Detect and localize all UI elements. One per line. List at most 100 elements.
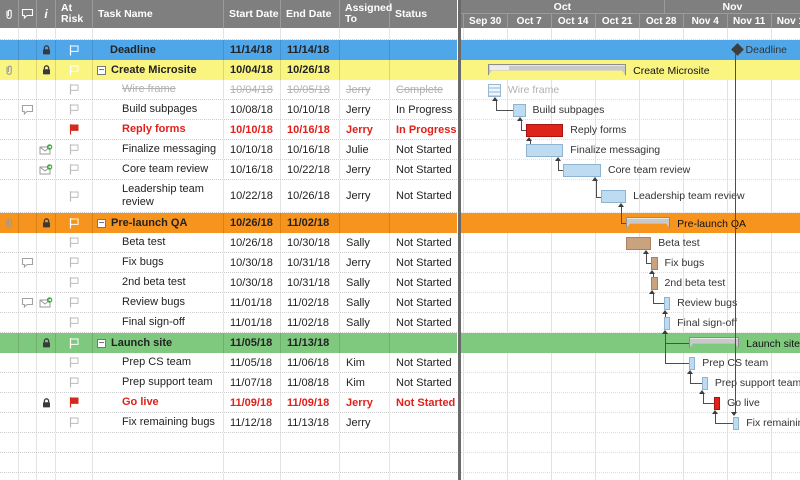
cell-at-risk[interactable]	[56, 273, 93, 292]
table-row[interactable]	[0, 473, 457, 480]
gantt-task-bar[interactable]	[601, 190, 626, 203]
cell-assigned-to[interactable]: Jerry	[340, 160, 390, 179]
cell-end-date[interactable]: 10/16/18	[281, 120, 340, 139]
update-request-icon[interactable]	[39, 144, 53, 156]
cell-task-name[interactable]: Fix remaining bugs	[93, 413, 224, 432]
table-row[interactable]: −Create Microsite10/04/1810/26/18	[0, 60, 457, 80]
cell-end-date[interactable]: 10/26/18	[281, 60, 340, 80]
cell-attachment[interactable]	[0, 353, 19, 372]
cell-comment[interactable]	[19, 233, 37, 252]
cell-start-date[interactable]	[224, 28, 281, 39]
cell-at-risk[interactable]	[56, 393, 93, 412]
gantt-task-bar[interactable]	[526, 144, 564, 157]
gantt-summary-bar[interactable]	[626, 217, 670, 229]
cell-attachment[interactable]	[0, 40, 19, 60]
cell-at-risk[interactable]	[56, 40, 93, 60]
cell-status[interactable]	[390, 453, 457, 472]
cell-comment[interactable]	[19, 100, 37, 119]
cell-status[interactable]: Not Started	[390, 353, 457, 372]
cell-status[interactable]: Not Started	[390, 373, 457, 392]
at-risk-flag-icon[interactable]	[68, 217, 80, 230]
cell-comment[interactable]	[19, 80, 37, 99]
cell-end-date[interactable]: 11/02/18	[281, 313, 340, 332]
cell-task-name[interactable]: Prep CS team	[93, 353, 224, 372]
table-row[interactable]: Final sign-off11/01/1811/02/18SallyNot S…	[0, 313, 457, 333]
cell-end-date[interactable]: 11/14/18	[281, 40, 340, 60]
cell-status[interactable]	[390, 333, 457, 353]
at-risk-flag-icon[interactable]	[68, 337, 80, 350]
cell-status[interactable]: Not Started	[390, 313, 457, 332]
cell-comment[interactable]	[19, 253, 37, 272]
comment-icon[interactable]	[21, 257, 34, 269]
cell-task-name[interactable]: Leadership team review	[93, 180, 224, 212]
cell-at-risk[interactable]	[56, 333, 93, 353]
cell-start-date[interactable]	[224, 433, 281, 452]
cell-attachment[interactable]	[0, 100, 19, 119]
table-row[interactable]: Core team review10/16/1810/22/18JerryNot…	[0, 160, 457, 180]
week-header[interactable]: Sep 30	[463, 14, 507, 28]
cell-task-name[interactable]: Review bugs	[93, 293, 224, 312]
table-row[interactable]: Wire frame10/04/1810/05/18JerryComplete	[0, 80, 457, 100]
cell-end-date[interactable]: 10/31/18	[281, 253, 340, 272]
cell-status[interactable]: Not Started	[390, 253, 457, 272]
gantt-task-bar[interactable]	[664, 297, 670, 310]
cell-start-date[interactable]	[224, 453, 281, 472]
cell-status[interactable]: In Progress	[390, 100, 457, 119]
gantt-task-bar[interactable]	[488, 84, 501, 97]
cell-start-date[interactable]: 10/26/18	[224, 213, 281, 233]
cell-end-date[interactable]: 10/16/18	[281, 140, 340, 159]
cell-status[interactable]: Not Started	[390, 140, 457, 159]
cell-start-date[interactable]: 10/16/18	[224, 160, 281, 179]
cell-task-name[interactable]: Final sign-off	[93, 313, 224, 332]
cell-attachment[interactable]	[0, 140, 19, 159]
gantt-task-bar[interactable]	[689, 357, 695, 370]
cell-start-date[interactable]: 10/22/18	[224, 180, 281, 212]
cell-status[interactable]: Not Started	[390, 293, 457, 312]
cell-start-date[interactable]: 10/26/18	[224, 233, 281, 252]
gantt-task-bar[interactable]	[702, 377, 708, 390]
cell-assigned-to[interactable]: Jerry	[340, 120, 390, 139]
cell-at-risk[interactable]	[56, 80, 93, 99]
table-row[interactable]	[0, 433, 457, 453]
cell-assigned-to[interactable]	[340, 28, 390, 39]
cell-comment[interactable]	[19, 273, 37, 292]
cell-task-name[interactable]: Core team review	[93, 160, 224, 179]
cell-assigned-to[interactable]	[340, 40, 390, 60]
cell-at-risk[interactable]	[56, 60, 93, 80]
cell-assigned-to[interactable]: Kim	[340, 373, 390, 392]
cell-end-date[interactable]	[281, 28, 340, 39]
cell-comment[interactable]	[19, 473, 37, 480]
cell-task-name[interactable]	[93, 28, 224, 39]
cell-task-name[interactable]: −Launch site	[93, 333, 224, 353]
comment-icon[interactable]	[21, 297, 34, 309]
comment-icon[interactable]	[21, 104, 34, 116]
cell-comment[interactable]	[19, 353, 37, 372]
at-risk-flag-icon[interactable]	[68, 64, 80, 77]
cell-assigned-to[interactable]: Sally	[340, 273, 390, 292]
table-row[interactable]: Finalize messaging10/10/1810/16/18JulieN…	[0, 140, 457, 160]
cell-comment[interactable]	[19, 180, 37, 212]
cell-attachment[interactable]	[0, 373, 19, 392]
cell-at-risk[interactable]	[56, 28, 93, 39]
cell-task-name[interactable]: Deadline	[93, 40, 224, 60]
week-header[interactable]: Nov 18	[771, 14, 800, 28]
cell-start-date[interactable]: 10/04/18	[224, 80, 281, 99]
cell-assigned-to[interactable]: Julie	[340, 140, 390, 159]
cell-end-date[interactable]: 11/08/18	[281, 373, 340, 392]
cell-assigned-to[interactable]: Sally	[340, 293, 390, 312]
cell-task-name[interactable]: −Create Microsite	[93, 60, 224, 80]
cell-assigned-to[interactable]	[340, 473, 390, 480]
cell-assigned-to[interactable]: Sally	[340, 233, 390, 252]
cell-status[interactable]	[390, 40, 457, 60]
cell-end-date[interactable]	[281, 433, 340, 452]
table-row[interactable]	[0, 28, 457, 40]
week-header[interactable]: Nov 11	[727, 14, 771, 28]
cell-assigned-to[interactable]: Jerry	[340, 393, 390, 412]
at-risk-flag-icon[interactable]	[68, 416, 80, 429]
at-risk-flag-icon[interactable]	[68, 256, 80, 269]
gantt-task-bar[interactable]	[651, 277, 657, 290]
cell-comment[interactable]	[19, 28, 37, 39]
cell-at-risk[interactable]	[56, 453, 93, 472]
cell-at-risk[interactable]	[56, 160, 93, 179]
gantt-task-bar[interactable]	[733, 417, 739, 430]
